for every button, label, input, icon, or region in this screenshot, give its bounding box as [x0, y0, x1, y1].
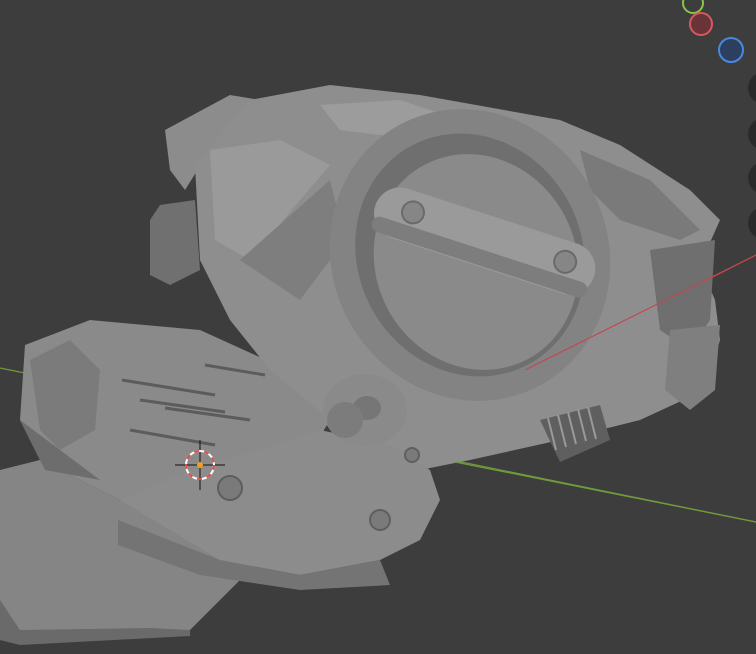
- viewport-scene[interactable]: [0, 0, 756, 654]
- x-axis-gizmo[interactable]: [689, 12, 713, 36]
- 3d-viewport[interactable]: [0, 0, 756, 654]
- y-axis-line-front: [454, 461, 756, 523]
- mesh-object[interactable]: [0, 60, 720, 645]
- z-axis-gizmo[interactable]: [718, 37, 744, 63]
